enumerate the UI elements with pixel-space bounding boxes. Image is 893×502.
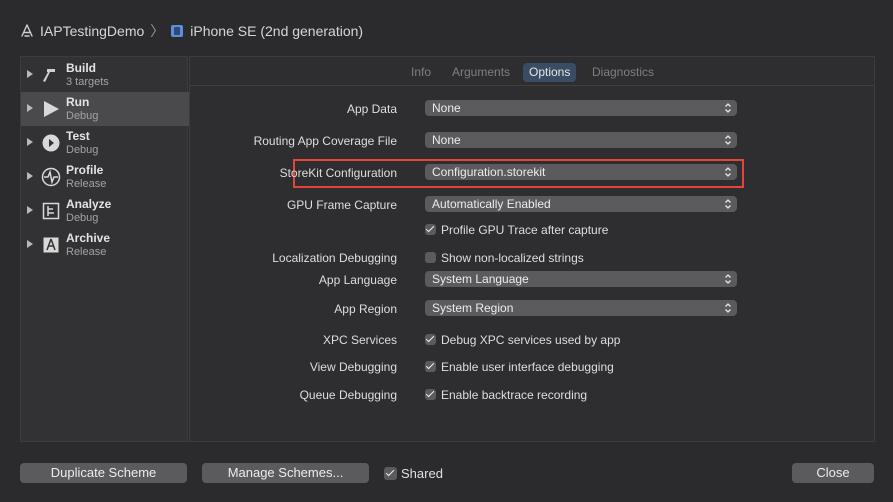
waveform-icon: [41, 167, 61, 187]
chevron-updown-icon: [725, 274, 731, 284]
gpu-frame-capture-popup[interactable]: Automatically Enabled: [425, 196, 737, 212]
disclosure-triangle-icon[interactable]: [27, 240, 33, 248]
gpu-trace-checkbox[interactable]: [425, 224, 436, 235]
sidebar-item-sub: Debug: [66, 144, 99, 156]
popup-value: System Region: [432, 301, 514, 315]
routing-coverage-popup[interactable]: None: [425, 132, 737, 148]
device-icon: [170, 24, 184, 38]
gpu-frame-capture-label: GPU Frame Capture: [286, 198, 397, 212]
sidebar-item-sub: Debug: [66, 110, 99, 122]
xpc-checkbox[interactable]: [425, 334, 436, 345]
options-panel: Info Arguments Options Diagnostics App D…: [189, 56, 875, 442]
xpc-services-label: XPC Services: [322, 333, 397, 347]
chevron-updown-icon: [725, 167, 731, 177]
gpu-trace-label: Profile GPU Trace after capture: [441, 223, 609, 237]
sidebar-item-sub: Release: [66, 178, 107, 190]
popup-value: None: [432, 101, 461, 115]
popup-value: Configuration.storekit: [432, 165, 546, 179]
disclosure-triangle-icon[interactable]: [27, 172, 33, 180]
breadcrumb-device[interactable]: iPhone SE (2nd generation): [190, 23, 363, 39]
sidebar-item-profile[interactable]: Profile Release: [21, 160, 189, 194]
manage-schemes-button[interactable]: Manage Schemes...: [202, 463, 369, 483]
localization-checkbox[interactable]: [425, 252, 436, 263]
breadcrumb-separator: 〉: [150, 23, 165, 39]
app-data-label: App Data: [346, 102, 397, 116]
sidebar-item-run[interactable]: Run Debug: [21, 92, 189, 126]
localization-option-label: Show non-localized strings: [441, 251, 584, 265]
archive-icon: [41, 235, 61, 255]
shared-label: Shared: [401, 466, 443, 481]
breadcrumb-project[interactable]: IAPTestingDemo: [40, 23, 144, 39]
tab-info[interactable]: Info: [405, 63, 437, 82]
app-region-popup[interactable]: System Region: [425, 300, 737, 316]
analyze-icon: [41, 201, 61, 221]
storekit-config-label: StoreKit Configuration: [279, 166, 397, 180]
breadcrumb: IAPTestingDemo 〉 iPhone SE (2nd generati…: [20, 18, 363, 44]
shared-checkbox[interactable]: [384, 467, 397, 480]
test-icon: [41, 133, 61, 153]
scheme-action-sidebar: Build 3 targets Run Debug Test Debug Pro…: [20, 56, 189, 442]
queue-debugging-label: Queue Debugging: [299, 388, 397, 402]
tab-bar: Info Arguments Options Diagnostics: [190, 57, 874, 86]
app-language-label: App Language: [318, 273, 397, 287]
app-data-popup[interactable]: None: [425, 100, 737, 116]
sidebar-item-label: Archive: [66, 231, 111, 245]
disclosure-triangle-icon[interactable]: [27, 70, 33, 78]
sidebar-item-label: Test: [66, 129, 90, 143]
app-language-popup[interactable]: System Language: [425, 271, 737, 287]
queue-debugging-option-label: Enable backtrace recording: [441, 388, 588, 402]
sidebar-item-test[interactable]: Test Debug: [21, 126, 189, 160]
chevron-updown-icon: [725, 303, 731, 313]
sidebar-item-label: Analyze: [66, 197, 112, 211]
tab-options[interactable]: Options: [523, 63, 577, 82]
popup-value: None: [432, 133, 461, 147]
sidebar-item-sub: Debug: [66, 212, 99, 224]
chevron-updown-icon: [725, 135, 731, 145]
disclosure-triangle-icon[interactable]: [27, 138, 33, 146]
hammer-icon: [41, 65, 61, 85]
close-button[interactable]: Close: [792, 463, 874, 483]
xpc-option-label: Debug XPC services used by app: [441, 333, 621, 347]
sidebar-item-label: Run: [66, 95, 90, 109]
chevron-updown-icon: [725, 199, 731, 209]
app-target-icon: [20, 24, 34, 38]
duplicate-scheme-button[interactable]: Duplicate Scheme: [20, 463, 187, 483]
queue-debugging-checkbox[interactable]: [425, 389, 436, 400]
routing-coverage-label: Routing App Coverage File: [253, 134, 397, 148]
view-debugging-checkbox[interactable]: [425, 361, 436, 372]
sidebar-item-build[interactable]: Build 3 targets: [21, 58, 189, 92]
popup-value: Automatically Enabled: [432, 197, 551, 211]
tab-diagnostics[interactable]: Diagnostics: [586, 63, 660, 82]
tab-arguments[interactable]: Arguments: [446, 63, 516, 82]
app-region-label: App Region: [334, 302, 397, 316]
sidebar-item-sub: Release: [66, 246, 107, 258]
sidebar-item-archive[interactable]: Archive Release: [21, 228, 189, 262]
chevron-updown-icon: [725, 103, 731, 113]
disclosure-triangle-icon[interactable]: [27, 104, 33, 112]
view-debugging-option-label: Enable user interface debugging: [441, 360, 614, 374]
popup-value: System Language: [432, 272, 529, 286]
sidebar-item-label: Profile: [66, 163, 104, 177]
sidebar-item-analyze[interactable]: Analyze Debug: [21, 194, 189, 228]
localization-debugging-label: Localization Debugging: [272, 251, 397, 265]
view-debugging-label: View Debugging: [309, 360, 397, 374]
sidebar-item-label: Build: [66, 61, 96, 75]
sidebar-item-sub: 3 targets: [66, 76, 109, 88]
disclosure-triangle-icon[interactable]: [27, 206, 33, 214]
storekit-config-popup[interactable]: Configuration.storekit: [425, 164, 737, 180]
play-icon: [41, 99, 61, 119]
